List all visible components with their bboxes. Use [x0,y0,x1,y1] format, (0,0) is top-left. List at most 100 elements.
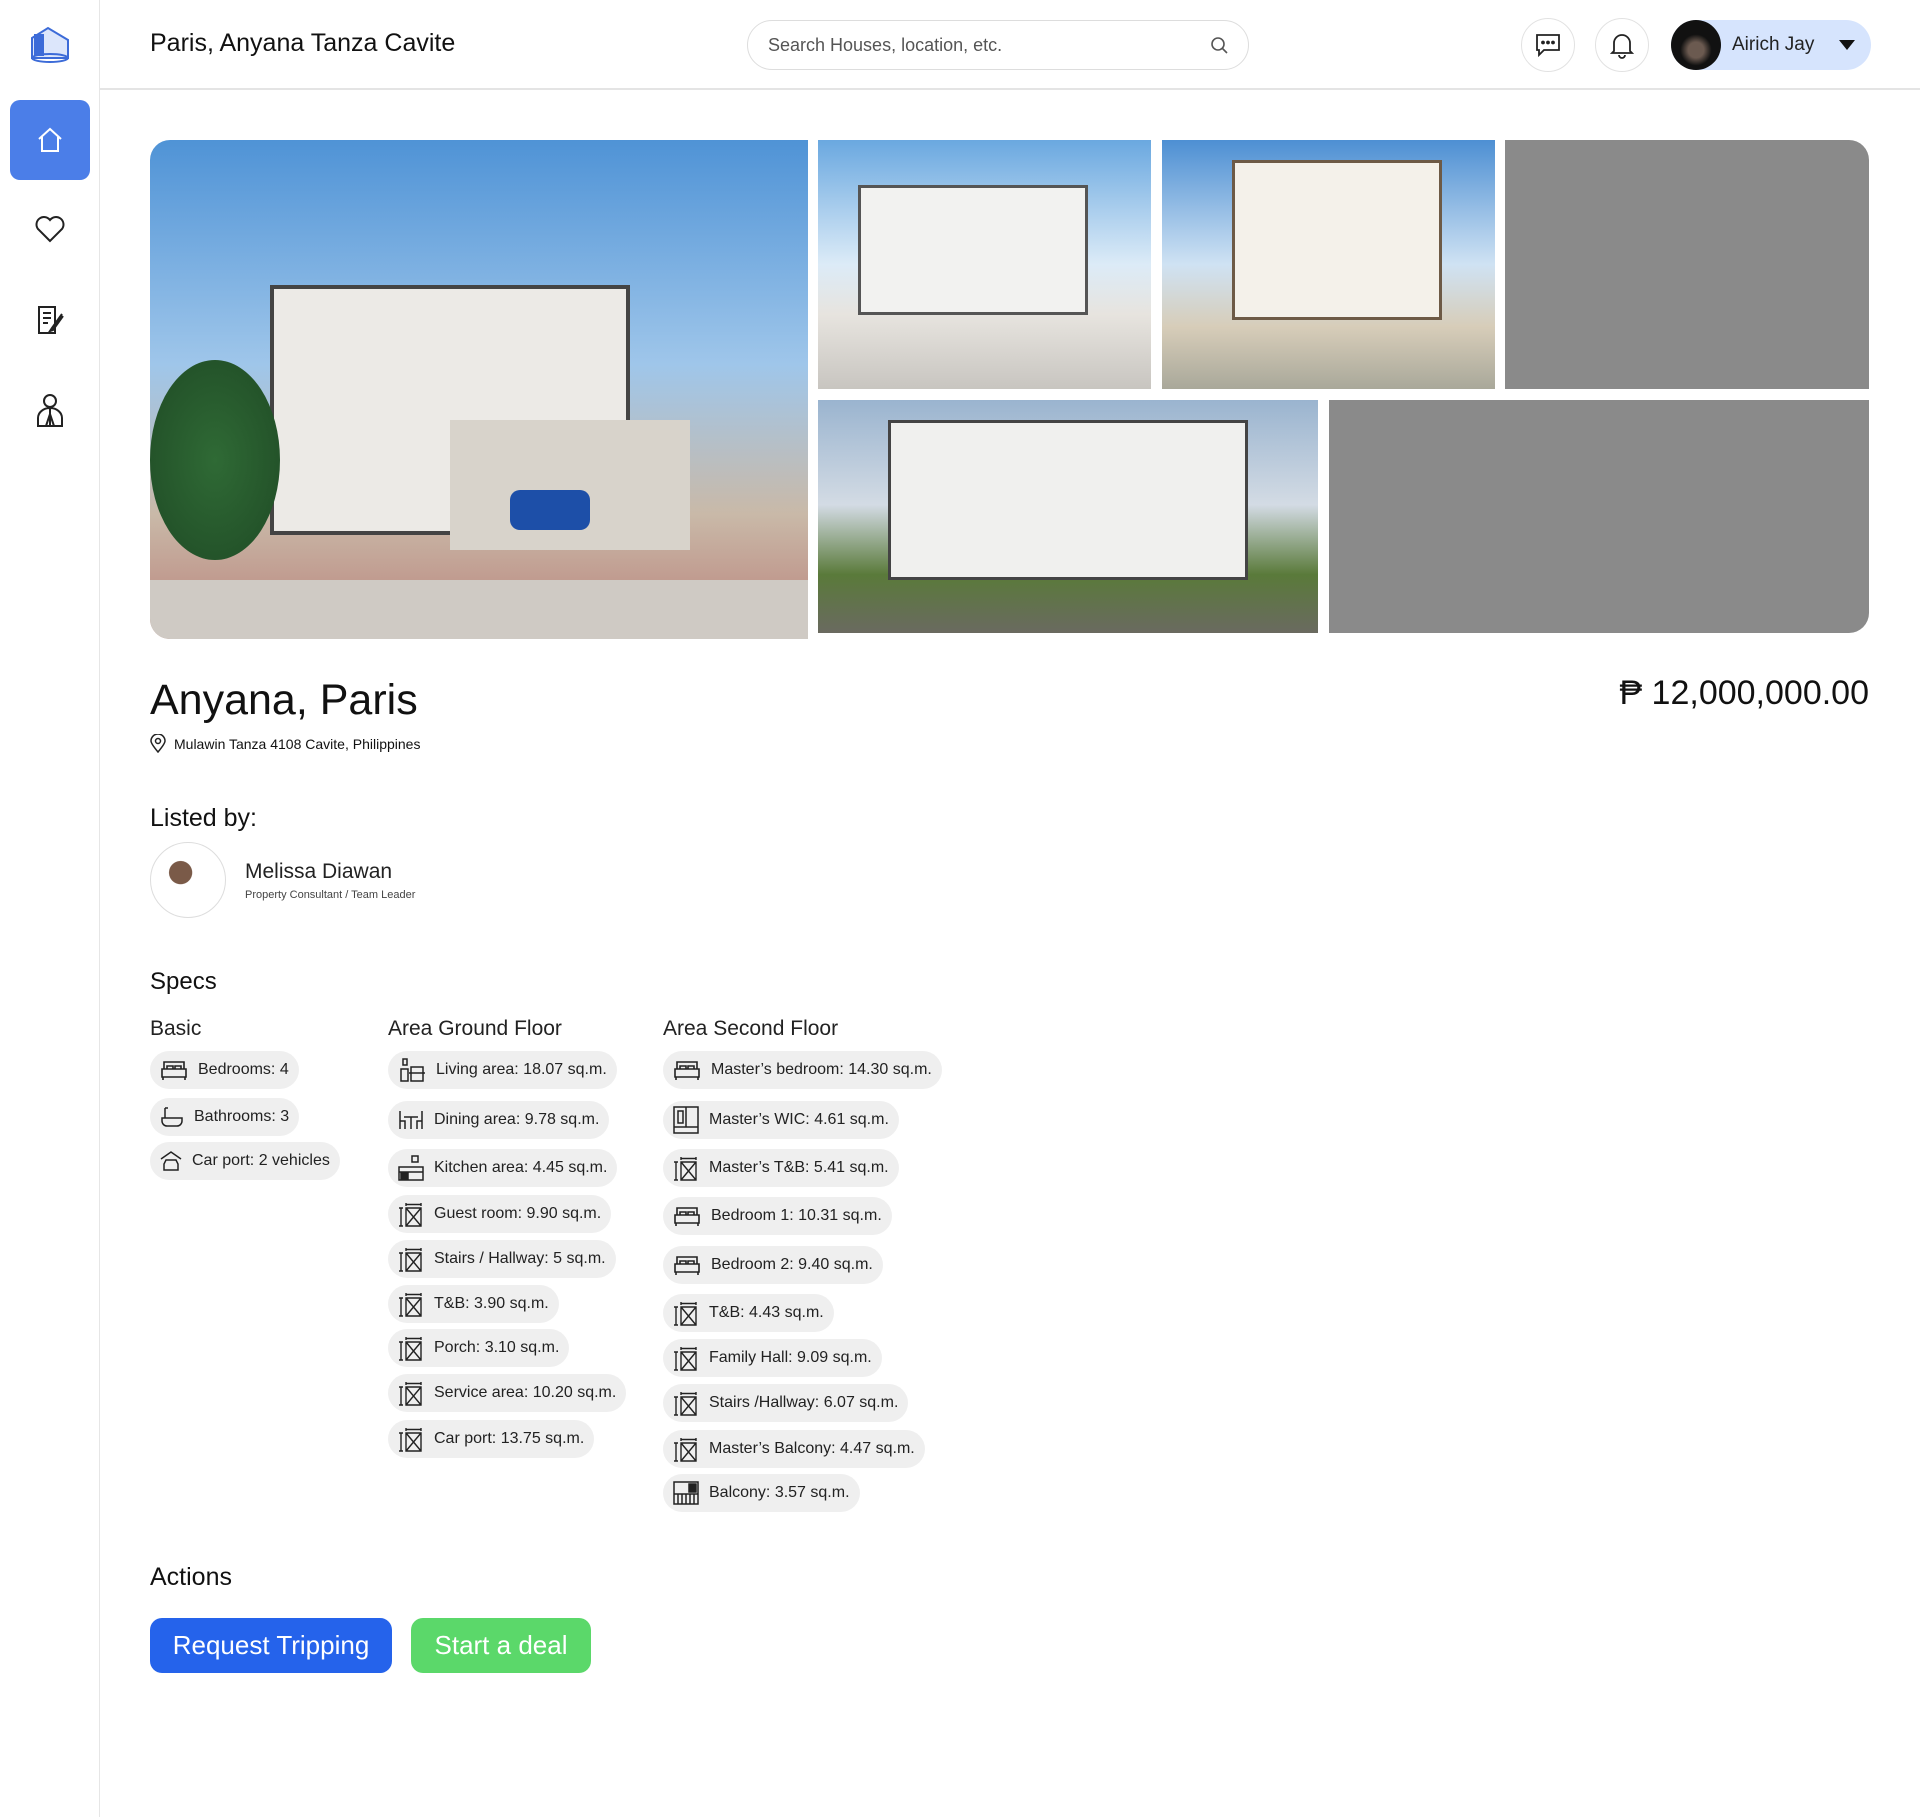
spec-text: Family Hall: 9.09 sq.m. [709,1349,872,1366]
kitchen-icon [398,1155,434,1181]
sidebar-item-home[interactable] [10,100,90,180]
balcony-icon [673,1481,709,1505]
main-photo[interactable] [150,140,808,639]
spec-chip: Master’s Balcony: 4.47 sq.m. [663,1430,925,1468]
spec-text: Living area: 18.07 sq.m. [436,1061,607,1078]
sidebar-item-favorites[interactable] [10,189,90,269]
wardrobe-icon [673,1106,709,1134]
spec-chip: T&B: 3.90 sq.m. [388,1285,559,1323]
user-name: Airich Jay [1732,34,1815,55]
spec-chip: Stairs / Hallway: 5 sq.m. [388,1240,616,1278]
dining-icon [398,1109,434,1131]
home-icon [38,127,62,152]
spec-text: Balcony: 3.57 sq.m. [709,1484,850,1501]
spec-chip: Bathrooms: 3 [150,1098,300,1136]
spec-chip: Master’s bedroom: 14.30 sq.m. [663,1051,942,1089]
area-icon [673,1155,709,1181]
spec-text: Guest room: 9.90 sq.m. [434,1205,602,1222]
search-input[interactable]: Search Houses, location, etc. [747,20,1249,70]
spec-text: Car port: 2 vehicles [192,1152,330,1169]
top-header: Paris, Anyana Tanza Cavite Search Houses… [100,0,1920,90]
bell-icon [1610,34,1634,59]
property-name: Anyana, Paris [150,676,418,724]
area-icon [398,1291,434,1317]
spec-chip: Car port: 2 vehicles [150,1142,340,1180]
specs-heading: Specs [150,968,217,995]
area-icon [398,1335,434,1361]
agent-role: Property Consultant / Team Leader [245,889,416,901]
request-tripping-button[interactable]: Request Tripping [150,1618,392,1673]
sidebar [0,0,100,1817]
spec-chip: Car port: 13.75 sq.m. [388,1420,595,1458]
area-icon [673,1390,709,1416]
spec-chip: Living area: 18.07 sq.m. [388,1051,617,1089]
area-icon [398,1201,434,1227]
basic-heading: Basic [150,1017,202,1040]
messages-button[interactable] [1521,18,1575,72]
spec-chip: Master’s WIC: 4.61 sq.m. [663,1101,899,1139]
spec-text: Bedroom 2: 9.40 sq.m. [711,1256,873,1273]
area-icon [398,1426,434,1452]
spec-chip: Service area: 10.20 sq.m. [388,1374,627,1412]
logo [28,24,72,69]
spec-text: Bedroom 1: 10.31 sq.m. [711,1207,882,1224]
chevron-down-icon[interactable] [1839,40,1855,50]
sidebar-item-documents[interactable] [10,280,90,360]
search-icon[interactable] [1210,36,1228,54]
ground-floor-heading: Area Ground Floor [388,1017,562,1040]
second-floor-heading: Area Second Floor [663,1017,839,1040]
spec-text: Bedrooms: 4 [198,1061,289,1078]
address-text: Mulawin Tanza 4108 Cavite, Philippines [174,735,421,752]
spec-text: Service area: 10.20 sq.m. [434,1384,617,1401]
spec-text: Car port: 13.75 sq.m. [434,1430,585,1447]
spec-text: Master’s bedroom: 14.30 sq.m. [711,1061,932,1078]
actions-heading: Actions [150,1563,232,1591]
spec-chip: Family Hall: 9.09 sq.m. [663,1339,882,1377]
spec-chip: Guest room: 9.90 sq.m. [388,1195,612,1233]
spec-text: T&B: 4.43 sq.m. [709,1304,824,1321]
location-pin-icon [150,734,166,753]
document-edit-icon [38,306,64,334]
spec-text: T&B: 3.90 sq.m. [434,1295,549,1312]
agent-avatar[interactable] [150,842,226,918]
agent-icon [37,394,63,427]
spec-chip: Stairs /Hallway: 6.07 sq.m. [663,1384,909,1422]
spec-text: Stairs /Hallway: 6.07 sq.m. [709,1394,899,1411]
area-icon [673,1300,709,1326]
gallery-placeholder[interactable] [1505,140,1869,389]
gallery-photo[interactable] [1162,140,1495,389]
spec-chip: Master’s T&B: 5.41 sq.m. [663,1149,899,1187]
sidebar-item-agents[interactable] [10,370,90,450]
area-icon [398,1246,434,1272]
spec-chip: Bedroom 1: 10.31 sq.m. [663,1197,892,1235]
spec-chip: Dining area: 9.78 sq.m. [388,1101,610,1139]
bed-icon [673,1205,711,1227]
page-title: Paris, Anyana Tanza Cavite [150,29,456,57]
property-address: Mulawin Tanza 4108 Cavite, Philippines [150,734,420,753]
spec-text: Kitchen area: 4.45 sq.m. [434,1159,608,1176]
gallery-placeholder[interactable] [1329,400,1869,633]
living-icon [398,1057,436,1083]
spec-text: Master’s Balcony: 4.47 sq.m. [709,1440,915,1457]
gallery-photo[interactable] [818,400,1318,633]
spec-chip: Porch: 3.10 sq.m. [388,1329,570,1367]
heart-icon [35,216,65,243]
user-avatar [1671,20,1721,70]
agent-name[interactable]: Melissa Diawan [245,860,392,884]
spec-text: Bathrooms: 3 [194,1108,290,1125]
spec-text: Master’s WIC: 4.61 sq.m. [709,1111,889,1128]
area-icon [673,1436,709,1462]
start-deal-button[interactable]: Start a deal [411,1618,591,1673]
notifications-button[interactable] [1595,18,1649,72]
gallery-photo[interactable] [818,140,1151,389]
spec-text: Porch: 3.10 sq.m. [434,1339,560,1356]
property-price: ₱ 12,000,000.00 [1619,674,1869,712]
user-menu[interactable]: Airich Jay [1671,20,1871,70]
spec-chip: T&B: 4.43 sq.m. [663,1294,834,1332]
spec-chip: Kitchen area: 4.45 sq.m. [388,1149,618,1187]
car-icon [160,1150,192,1172]
bath-icon [160,1105,194,1129]
area-icon [673,1345,709,1371]
spec-text: Stairs / Hallway: 5 sq.m. [434,1250,606,1267]
bed-icon [160,1059,198,1081]
